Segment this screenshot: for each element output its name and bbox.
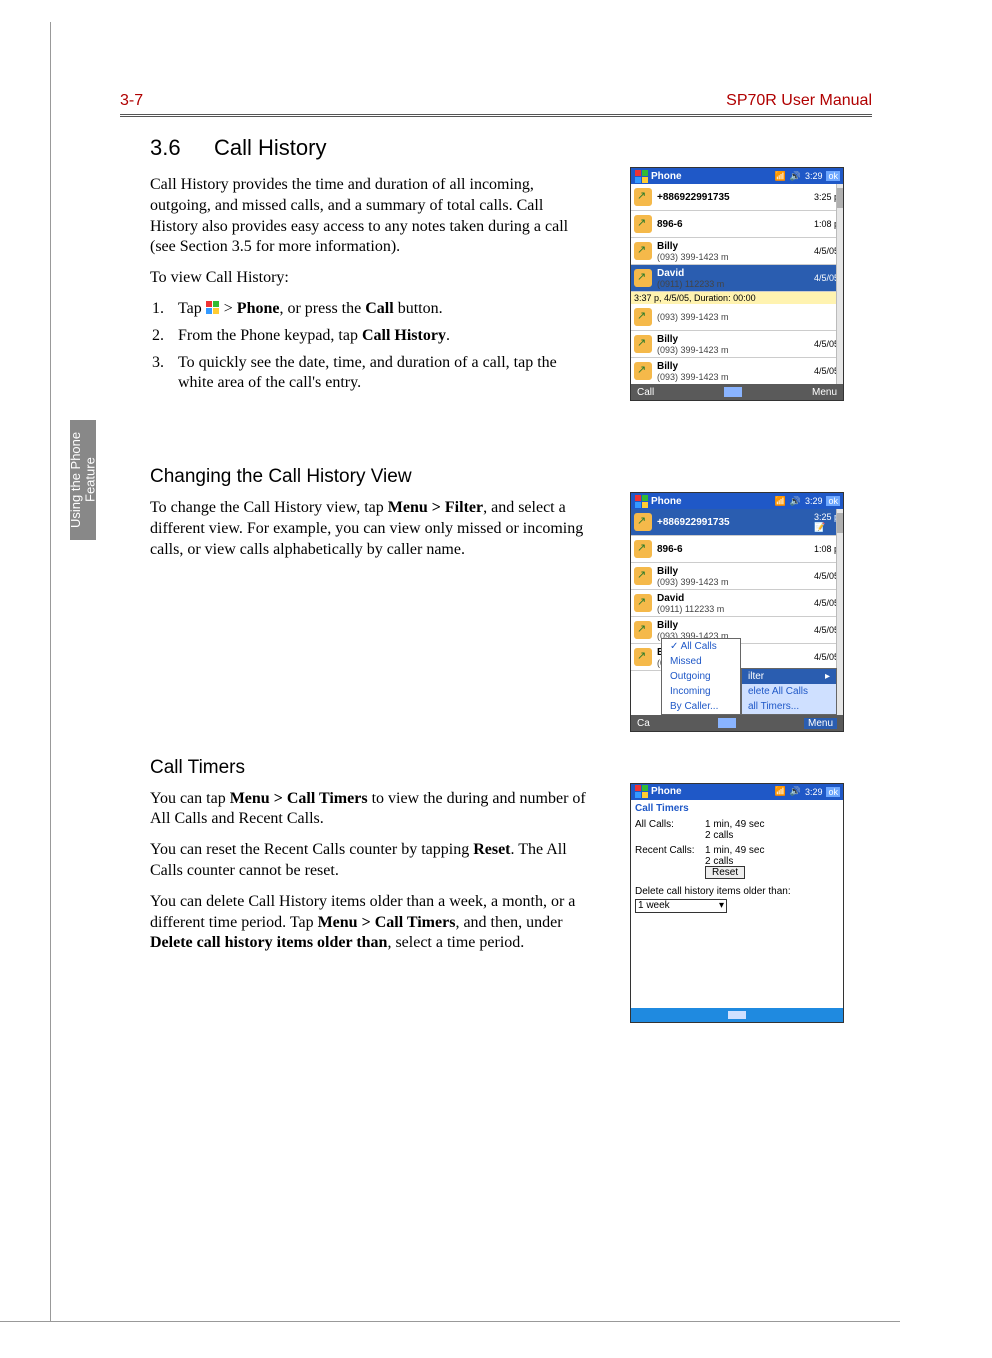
call-history-row[interactable]: 896-61:08 p bbox=[631, 211, 843, 238]
fig3-time: 3:29 bbox=[805, 787, 823, 797]
outgoing-call-icon bbox=[634, 648, 652, 666]
page-number: 3-7 bbox=[120, 92, 143, 110]
menu-submenu[interactable]: ilter ▸ elete All Calls all Timers... bbox=[741, 668, 837, 715]
call-history-row[interactable]: Billy(093) 399-1423 m4/5/05 bbox=[631, 331, 843, 358]
windows-icon bbox=[206, 301, 220, 315]
submenu-filter[interactable]: ilter ▸ bbox=[742, 669, 836, 684]
fig3-titlebar: Phone 📶 🔊 3:29 ok bbox=[631, 784, 843, 800]
call-history-row[interactable]: Billy(093) 399-1423 m4/5/05 bbox=[631, 563, 843, 590]
outgoing-call-icon bbox=[634, 308, 652, 326]
ok-button[interactable]: ok bbox=[826, 496, 840, 506]
start-icon[interactable] bbox=[634, 785, 648, 799]
section-heading-3-6: 3.6Call History bbox=[150, 135, 870, 161]
call-history-row[interactable]: (093) 399-1423 m bbox=[631, 304, 843, 331]
outgoing-call-icon bbox=[634, 567, 652, 585]
scrollbar[interactable] bbox=[836, 184, 843, 384]
outgoing-call-icon bbox=[634, 621, 652, 639]
para-timers-2: You can reset the Recent Calls counter b… bbox=[150, 840, 590, 882]
signal-icon: 📶 bbox=[775, 171, 786, 182]
reset-button[interactable]: Reset bbox=[705, 866, 745, 879]
fig3-app: Phone bbox=[651, 786, 682, 797]
softkey-menu-active[interactable]: Menu bbox=[804, 718, 837, 729]
ok-button[interactable]: ok bbox=[826, 787, 840, 797]
call-history-row[interactable]: +8869229917353:25 p📝 bbox=[631, 509, 843, 536]
outgoing-call-icon bbox=[634, 242, 652, 260]
fig1-app: Phone bbox=[651, 171, 682, 182]
row-recent-calls: Recent Calls: 1 min, 49 sec2 calls Reset bbox=[631, 843, 843, 880]
softkey-menu[interactable]: Menu bbox=[812, 387, 837, 398]
filter-option[interactable]: By Caller... bbox=[662, 699, 740, 714]
delete-label: Delete call history items older than: bbox=[631, 880, 843, 897]
submenu-call-timers[interactable]: all Timers... bbox=[742, 699, 836, 714]
page-header: 3-7 SP70R User Manual bbox=[120, 92, 872, 117]
fig2-app: Phone bbox=[651, 496, 682, 507]
sip-icon[interactable] bbox=[718, 718, 736, 728]
call-history-row[interactable]: 896-61:08 p bbox=[631, 536, 843, 563]
sip-icon[interactable] bbox=[724, 387, 742, 397]
scrollbar[interactable] bbox=[836, 509, 843, 715]
fig3-bottombar bbox=[631, 1008, 843, 1022]
outgoing-call-icon bbox=[634, 188, 652, 206]
fig1-softbar: Call Menu bbox=[631, 384, 843, 400]
fig2-softbar: Ca Menu bbox=[631, 715, 843, 731]
outgoing-call-icon bbox=[634, 215, 652, 233]
outgoing-call-icon bbox=[634, 594, 652, 612]
para-timers-3: You can delete Call History items older … bbox=[150, 892, 590, 954]
filter-option[interactable]: Outgoing bbox=[662, 669, 740, 684]
doc-title: SP70R User Manual bbox=[726, 92, 872, 110]
step-1: Tap > Phone, or press the Call button. bbox=[168, 299, 590, 320]
steps-list: Tap > Phone, or press the Call button. F… bbox=[150, 299, 590, 394]
call-history-row[interactable]: +8869229917353:25 p bbox=[631, 184, 843, 211]
outgoing-call-icon bbox=[634, 335, 652, 353]
header-rule bbox=[120, 114, 872, 117]
fig2-time: 3:29 bbox=[805, 496, 823, 506]
fig1-time: 3:29 bbox=[805, 171, 823, 181]
para-to-view: To view Call History: bbox=[150, 268, 590, 289]
ok-button[interactable]: ok bbox=[826, 171, 840, 181]
submenu-delete-all[interactable]: elete All Calls bbox=[742, 684, 836, 699]
call-history-row[interactable]: Billy(093) 399-1423 m4/5/05 bbox=[631, 238, 843, 265]
outgoing-call-icon bbox=[634, 540, 652, 558]
subhead-changing: Changing the Call History View bbox=[150, 466, 870, 488]
para-timers-1: You can tap Menu > Call Timers to view t… bbox=[150, 789, 590, 831]
row-all-calls: All Calls: 1 min, 49 sec2 calls bbox=[631, 817, 843, 843]
margin-rule-left bbox=[50, 22, 51, 1322]
call-detail-popup: 3:37 p, 4/5/05, Duration: 00:00 bbox=[631, 292, 843, 304]
para-changing: To change the Call History view, tap Men… bbox=[150, 498, 590, 560]
outgoing-call-icon bbox=[634, 269, 652, 287]
fig2-titlebar: Phone 📶 🔊 3:29 ok bbox=[631, 493, 843, 509]
chevron-down-icon: ▾ bbox=[719, 900, 724, 911]
delete-period-select[interactable]: 1 week▾ bbox=[635, 899, 727, 913]
figure-call-history: Phone 📶 🔊 3:29 ok +8869229917353:25 p896… bbox=[630, 167, 844, 401]
subhead-timers: Call Timers bbox=[150, 757, 870, 779]
call-history-row[interactable]: David(0911) 112233 m4/5/05 bbox=[631, 265, 843, 292]
outgoing-call-icon bbox=[634, 362, 652, 380]
step-2: From the Phone keypad, tap Call History. bbox=[168, 326, 590, 347]
chapter-tab: Using the Phone Feature bbox=[70, 420, 96, 540]
step-3: To quickly see the date, time, and durat… bbox=[168, 353, 590, 395]
figure-filter-menu: Phone 📶 🔊 3:29 ok +8869229917353:25 p📝89… bbox=[630, 492, 844, 732]
fig1-titlebar: Phone 📶 🔊 3:29 ok bbox=[631, 168, 843, 184]
filter-option[interactable]: Incoming bbox=[662, 684, 740, 699]
start-icon[interactable] bbox=[634, 169, 648, 183]
speaker-icon: 🔊 bbox=[790, 171, 801, 182]
call-history-row[interactable]: Billy(093) 399-1423 m4/5/05 bbox=[631, 358, 843, 385]
filter-option[interactable]: Missed bbox=[662, 654, 740, 669]
softkey-call[interactable]: Call bbox=[637, 387, 654, 398]
filter-option[interactable]: All Calls bbox=[662, 639, 740, 654]
margin-rule-bottom bbox=[0, 1321, 900, 1322]
fig3-subtitle: Call Timers bbox=[631, 800, 843, 817]
para-intro: Call History provides the time and durat… bbox=[150, 175, 590, 258]
softkey-call[interactable]: Ca bbox=[637, 718, 650, 729]
filter-menu[interactable]: All CallsMissedOutgoingIncomingBy Caller… bbox=[661, 638, 741, 715]
call-history-row[interactable]: David(0911) 112233 m4/5/05 bbox=[631, 590, 843, 617]
sip-icon[interactable] bbox=[728, 1011, 746, 1019]
outgoing-call-icon bbox=[634, 513, 652, 531]
start-icon[interactable] bbox=[634, 494, 648, 508]
figure-call-timers: Phone 📶 🔊 3:29 ok Call Timers All Calls:… bbox=[630, 783, 844, 1023]
